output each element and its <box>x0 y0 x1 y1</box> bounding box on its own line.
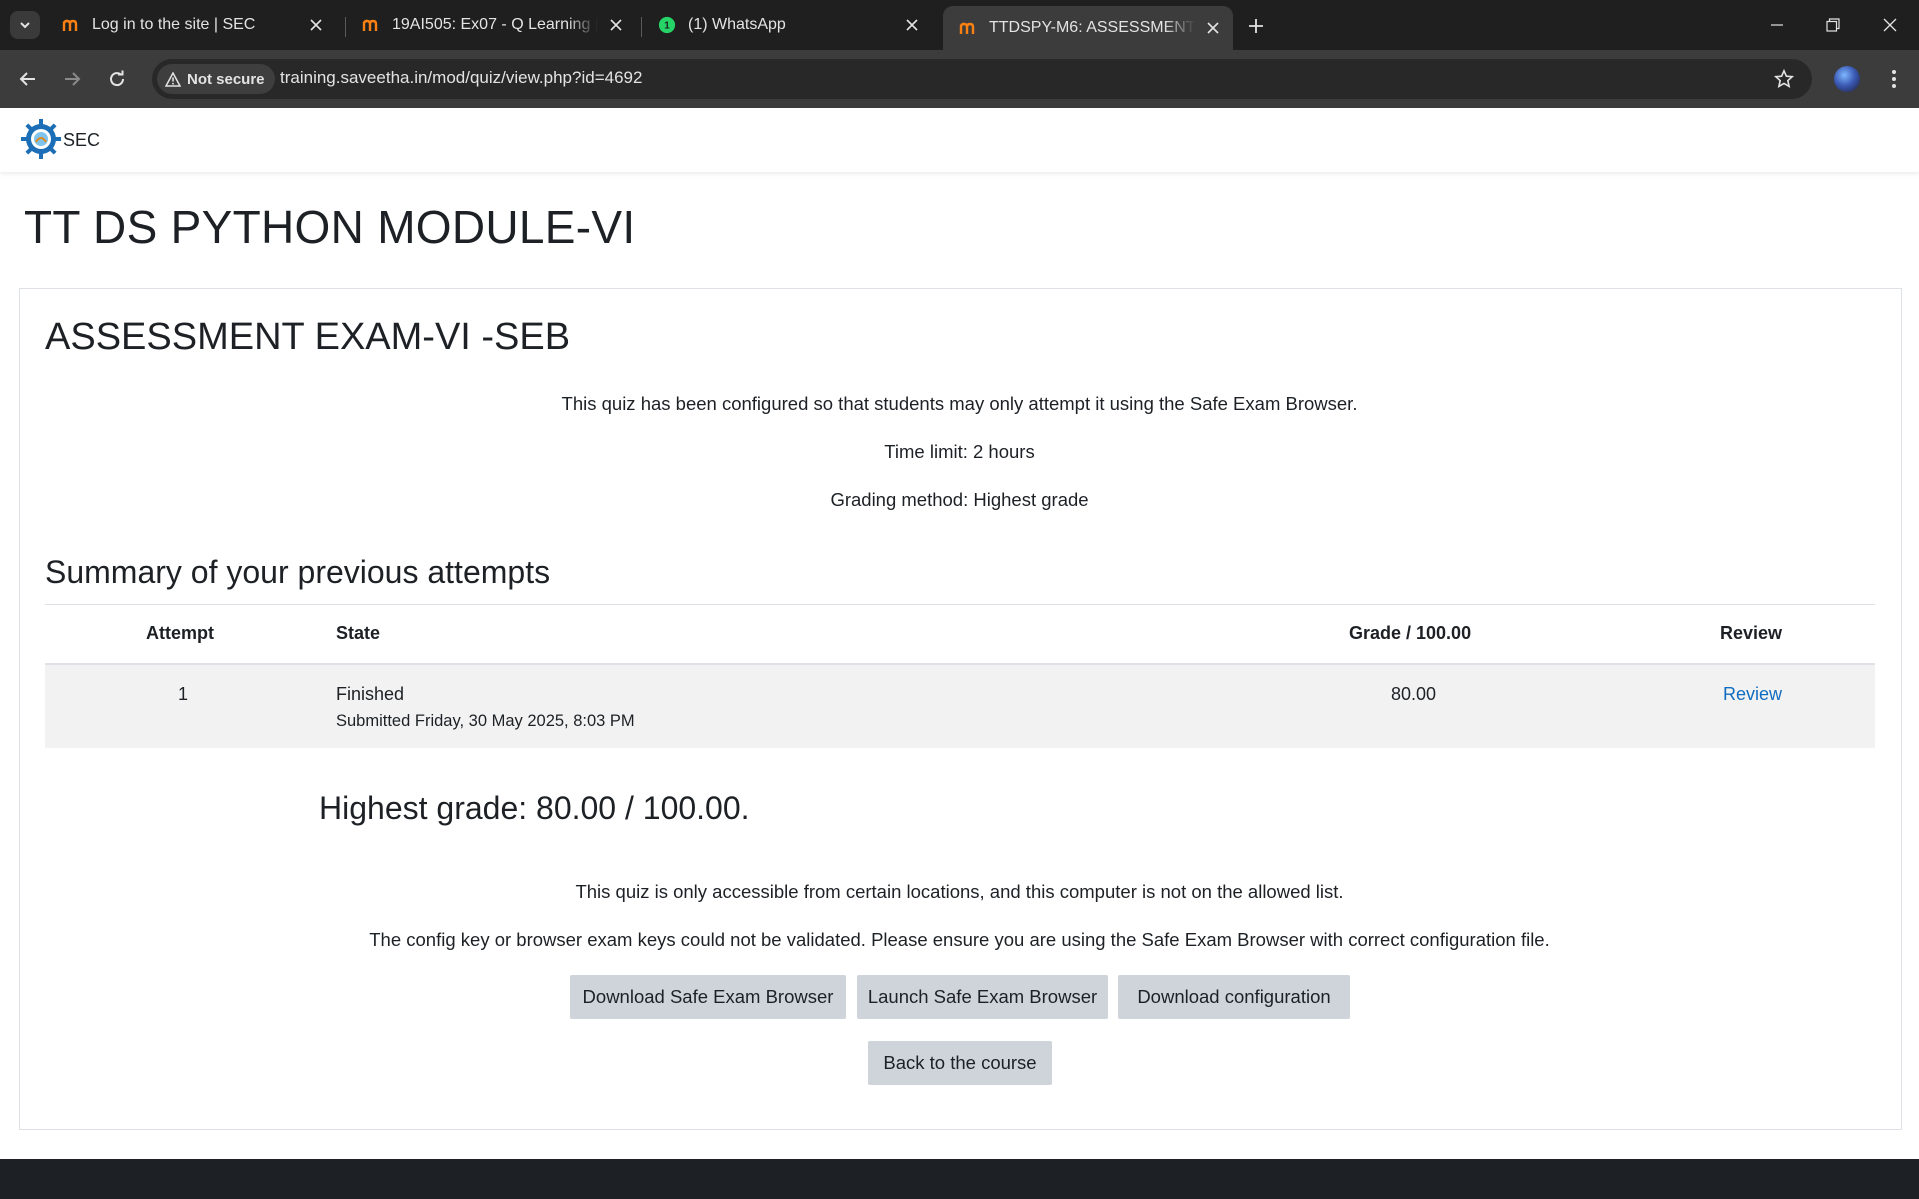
bookmark-button[interactable] <box>1771 66 1797 92</box>
whatsapp-icon: 1 <box>658 16 676 34</box>
site-logo[interactable] <box>20 118 62 160</box>
tab-title: 19AI505: Ex07 - Q Learning | SEC <box>392 16 598 33</box>
close-icon[interactable] <box>902 15 922 35</box>
arrow-right-icon <box>65 72 81 86</box>
close-icon[interactable] <box>306 15 326 35</box>
column-header-grade: Grade / 100.00 <box>1349 623 1472 643</box>
profile-avatar[interactable] <box>1834 66 1860 92</box>
attempt-grade: 80.00 <box>1391 684 1437 704</box>
minimize-button[interactable] <box>1755 8 1799 42</box>
table-row <box>45 665 1875 748</box>
browser-menu-button[interactable] <box>1880 65 1908 93</box>
security-label: Not secure <box>187 70 265 88</box>
forward-button[interactable] <box>56 63 88 95</box>
download-seb-button[interactable]: Download Safe Exam Browser <box>570 975 846 1019</box>
plus-icon <box>1249 19 1263 33</box>
tab-title: (1) WhatsApp <box>688 16 786 33</box>
moodle-icon <box>362 16 380 34</box>
highest-grade: Highest grade: 80.00 / 100.00. <box>319 790 750 826</box>
site-name[interactable]: SEC <box>63 130 100 151</box>
window-close-button[interactable] <box>1868 8 1912 42</box>
tab-q-learning[interactable]: 19AI505: Ex07 - Q Learning | SEC <box>346 7 636 43</box>
review-link[interactable]: Review <box>1723 684 1782 705</box>
summary-heading: Summary of your previous attempts <box>45 554 551 590</box>
grading-method: Grading method: Highest grade <box>830 489 1089 510</box>
attempt-submitted-time: Submitted Friday, 30 May 2025, 8:03 PM <box>336 712 635 730</box>
tab-login[interactable]: Log in to the site | SEC <box>46 7 336 43</box>
minimize-icon <box>1771 24 1783 26</box>
restore-icon <box>1826 18 1840 32</box>
table-divider <box>45 604 1875 605</box>
launch-seb-button[interactable]: Launch Safe Exam Browser <box>857 975 1108 1019</box>
tab-title: TTDSPY-M6: ASSESSMENT EXAM-VI -SEB <box>989 19 1195 36</box>
tab-assessment-exam[interactable]: TTDSPY-M6: ASSESSMENT EXAM-VI -SEB <box>943 6 1233 50</box>
gear-logo-icon <box>21 119 61 159</box>
tab-search-button[interactable] <box>10 11 40 39</box>
new-tab-button[interactable] <box>1243 13 1269 39</box>
svg-text:1: 1 <box>664 21 670 32</box>
page-title: TT DS PYTHON MODULE-VI <box>24 201 636 253</box>
close-icon <box>1883 18 1897 32</box>
moodle-icon <box>62 16 80 34</box>
time-limit: Time limit: 2 hours <box>884 441 1035 462</box>
download-config-button[interactable]: Download configuration <box>1118 975 1350 1019</box>
moodle-icon <box>959 19 977 37</box>
warning-icon <box>165 71 181 87</box>
column-header-review: Review <box>1720 623 1783 643</box>
column-header-attempt: Attempt <box>146 623 214 643</box>
config-key-notice: The config key or browser exam keys coul… <box>369 929 1550 950</box>
attempt-number: 1 <box>178 684 189 704</box>
url-text[interactable]: training.saveetha.in/mod/quiz/view.php?i… <box>280 68 642 88</box>
reload-button[interactable] <box>101 63 133 95</box>
back-button[interactable] <box>12 63 44 95</box>
seb-notice: This quiz has been configured so that st… <box>561 393 1358 414</box>
star-icon <box>1774 69 1794 89</box>
site-header <box>0 108 1919 172</box>
close-icon[interactable] <box>1203 18 1223 38</box>
chevron-down-icon <box>20 22 30 29</box>
quiz-title: ASSESSMENT EXAM-VI -SEB <box>45 316 571 358</box>
site-info-chip[interactable]: Not secure <box>157 64 275 94</box>
location-notice: This quiz is only accessible from certai… <box>575 881 1344 902</box>
back-to-course-button[interactable]: Back to the course <box>868 1041 1052 1085</box>
close-icon[interactable] <box>606 15 626 35</box>
attempt-state: Finished <box>336 684 405 704</box>
restore-button[interactable] <box>1811 8 1855 42</box>
more-vertical-icon <box>1892 70 1896 88</box>
reload-icon <box>110 70 125 87</box>
page-footer <box>0 1159 1919 1199</box>
column-header-state: State <box>336 623 381 643</box>
arrow-left-icon <box>19 72 35 86</box>
tab-title: Log in to the site | SEC <box>92 16 256 33</box>
tab-whatsapp[interactable]: 1 (1) WhatsApp <box>642 7 932 43</box>
